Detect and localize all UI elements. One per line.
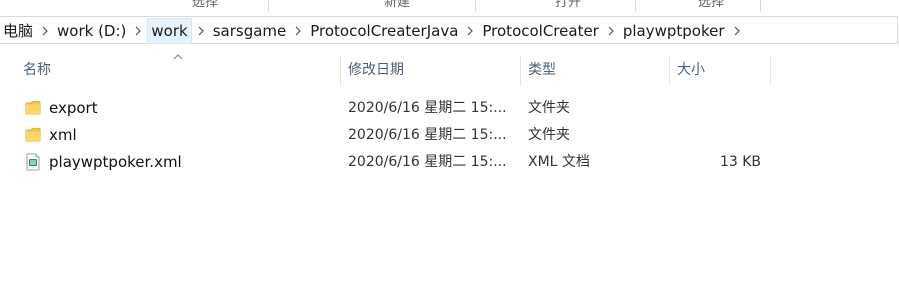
breadcrumb-item[interactable]: sarsgame bbox=[210, 18, 290, 44]
chevron-right-icon[interactable] bbox=[192, 23, 210, 39]
ribbon-divider bbox=[475, 0, 476, 12]
file-name: playwptpoker.xml bbox=[49, 153, 182, 171]
address-bar[interactable]: 电脑 work (D:) work sarsgame ProtocolCreaterJa… bbox=[0, 16, 898, 44]
ribbon-bottom: 选择 新建 打开 选择 bbox=[0, 0, 899, 14]
column-header-date[interactable]: 修改日期 bbox=[341, 52, 520, 88]
ribbon-divider bbox=[760, 0, 761, 12]
file-date: 2020/6/16 星期二 15:... bbox=[348, 154, 507, 170]
list-item[interactable]: xml 2020/6/16 星期二 15:... 文件夹 bbox=[0, 122, 899, 148]
column-header-type[interactable]: 类型 bbox=[521, 52, 669, 88]
list-item[interactable]: export 2020/6/16 星期二 15:... 文件夹 bbox=[0, 95, 899, 121]
column-header-row: 名称 修改日期 类型 大小 bbox=[0, 52, 899, 88]
folder-icon bbox=[25, 128, 41, 142]
chevron-right-icon[interactable] bbox=[36, 23, 54, 39]
ribbon-divider bbox=[268, 0, 269, 12]
xml-file-icon bbox=[26, 153, 40, 171]
breadcrumb-item[interactable]: ProtocolCreaterJava bbox=[307, 18, 461, 44]
chevron-right-icon[interactable] bbox=[289, 23, 307, 39]
file-name: xml bbox=[49, 126, 77, 144]
column-header-size[interactable]: 大小 bbox=[670, 52, 770, 88]
chevron-right-icon[interactable] bbox=[602, 23, 620, 39]
chevron-right-icon[interactable] bbox=[728, 23, 746, 39]
ribbon-label-new: 新建 bbox=[384, 0, 411, 10]
breadcrumb-item[interactable]: work (D:) bbox=[54, 18, 129, 44]
breadcrumb-item[interactable]: work bbox=[147, 18, 192, 44]
column-divider[interactable] bbox=[770, 56, 771, 86]
column-header-name[interactable]: 名称 bbox=[16, 52, 340, 88]
breadcrumb-item[interactable]: playwptpoker bbox=[620, 18, 728, 44]
file-size: 13 KB bbox=[719, 154, 761, 170]
ribbon-label-select-2: 选择 bbox=[698, 0, 725, 10]
file-type: 文件夹 bbox=[528, 127, 570, 143]
file-type: XML 文档 bbox=[528, 154, 590, 170]
file-size bbox=[678, 122, 761, 148]
chevron-right-icon[interactable] bbox=[129, 23, 147, 39]
ribbon-divider bbox=[635, 0, 636, 12]
breadcrumb-item[interactable]: ProtocolCreater bbox=[479, 18, 601, 44]
breadcrumb-item[interactable]: 电脑 bbox=[0, 18, 36, 44]
file-size bbox=[678, 95, 761, 121]
ribbon-label-select: 选择 bbox=[192, 0, 219, 10]
file-type: 文件夹 bbox=[528, 100, 570, 116]
folder-icon bbox=[25, 101, 41, 115]
breadcrumb: 电脑 work (D:) work sarsgame ProtocolCreaterJa… bbox=[0, 17, 746, 45]
list-item[interactable]: playwptpoker.xml 2020/6/16 星期二 15:... XM… bbox=[0, 149, 899, 175]
ribbon-label-open: 打开 bbox=[555, 0, 582, 10]
chevron-right-icon[interactable] bbox=[461, 23, 479, 39]
file-date: 2020/6/16 星期二 15:... bbox=[348, 127, 507, 143]
file-date: 2020/6/16 星期二 15:... bbox=[348, 100, 507, 116]
file-name: export bbox=[49, 99, 98, 117]
